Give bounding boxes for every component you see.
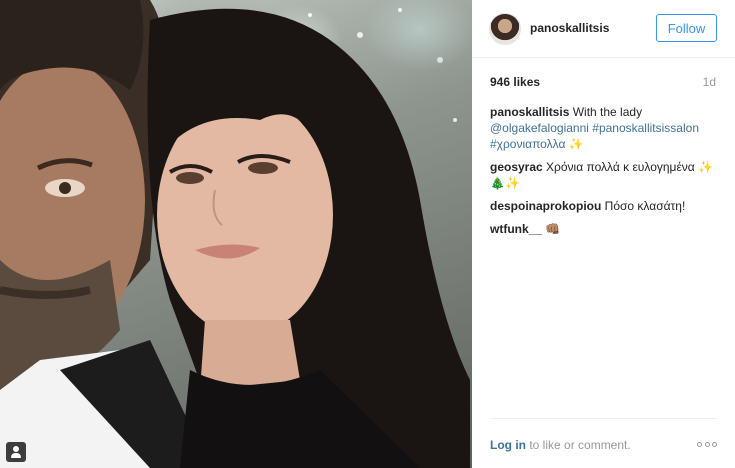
list-item: wtfunk__ 👊🏽 xyxy=(490,221,722,237)
likes-count[interactable]: 946 likes xyxy=(490,75,540,89)
mention-link[interactable]: @olgakefalogianni xyxy=(490,121,589,135)
caption-username[interactable]: panoskallitsis xyxy=(490,105,569,119)
photo-illustration xyxy=(0,0,470,468)
header-username[interactable]: panoskallitsis xyxy=(530,21,609,35)
comment-username[interactable]: geosyrac xyxy=(490,160,543,174)
post-side-panel: panoskallitsis Follow 946 likes 1d panos… xyxy=(472,0,735,468)
comment-text: Πόσο κλασάτη! xyxy=(601,199,686,213)
caption-emoji: ✨ xyxy=(565,137,584,151)
list-item: despoinaprokopiou Πόσο κλασάτη! xyxy=(490,198,722,214)
dot-icon xyxy=(712,441,717,447)
comment-username[interactable]: wtfunk__ xyxy=(490,222,542,236)
post-photo[interactable] xyxy=(0,0,472,468)
hashtag-link-2[interactable]: #χρονιαπολλα xyxy=(490,137,565,151)
comments-list: panoskallitsis With the lady @olgakefalo… xyxy=(490,104,722,244)
caption-text: With the lady xyxy=(569,105,643,119)
user-tag-icon[interactable] xyxy=(6,442,26,462)
more-options-icon[interactable] xyxy=(697,440,717,448)
comment-username[interactable]: despoinaprokopiou xyxy=(490,199,601,213)
dot-icon xyxy=(697,441,702,447)
post-footer: Log in to like or comment. xyxy=(490,418,717,468)
hashtag-link-1[interactable]: #panoskallitsissalon xyxy=(592,121,699,135)
caption: panoskallitsis With the lady @olgakefalo… xyxy=(490,104,722,152)
avatar[interactable] xyxy=(489,13,521,45)
dot-icon xyxy=(704,441,710,447)
follow-button[interactable]: Follow xyxy=(656,14,717,42)
post-time[interactable]: 1d xyxy=(703,75,716,89)
login-link[interactable]: Log in xyxy=(490,438,526,452)
login-prompt: Log in to like or comment. xyxy=(490,438,631,452)
post-header: panoskallitsis Follow xyxy=(472,0,735,58)
comment-text: 👊🏽 xyxy=(542,222,561,236)
login-text: to like or comment. xyxy=(526,438,631,452)
list-item: geosyrac Χρόνια πολλά κ ευλογημένα ✨🎄✨ xyxy=(490,159,722,191)
